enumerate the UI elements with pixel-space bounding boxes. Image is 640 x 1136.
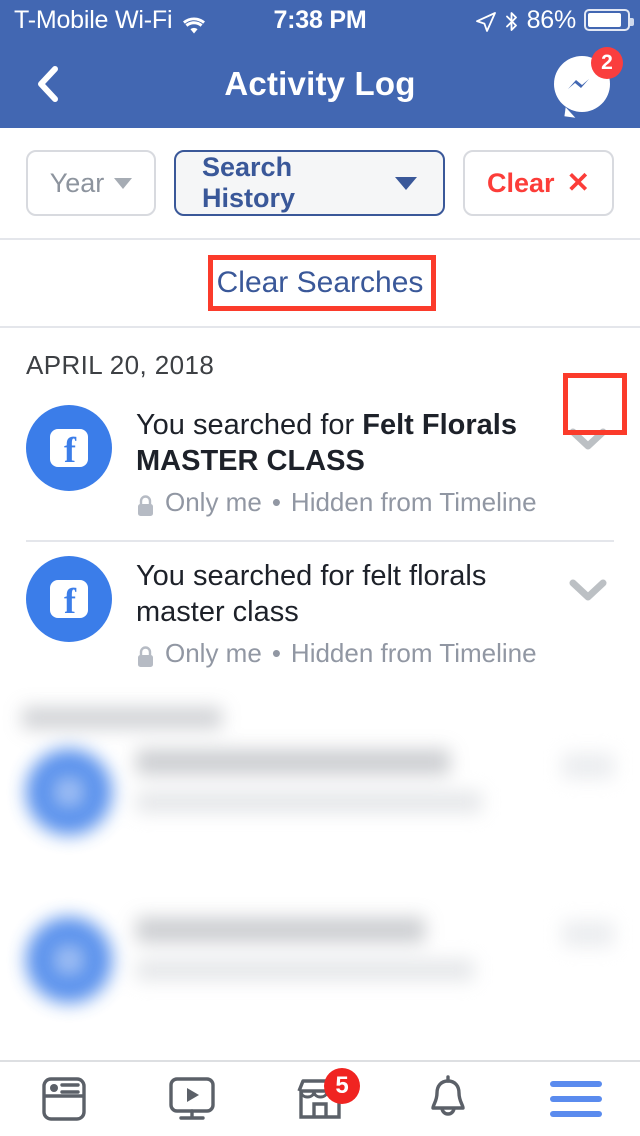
watch-video-icon xyxy=(169,1077,215,1120)
lock-icon xyxy=(136,494,155,518)
marketplace-badge: 5 xyxy=(324,1068,360,1104)
activity-expand-button[interactable] xyxy=(562,564,614,616)
clear-filter-label: Clear xyxy=(486,167,555,198)
news-feed-icon xyxy=(42,1077,86,1121)
tab-watch[interactable] xyxy=(128,1062,256,1136)
hamburger-menu-icon xyxy=(550,1081,602,1117)
bell-icon xyxy=(431,1075,465,1116)
facebook-avatar-icon: f xyxy=(26,556,112,642)
tab-marketplace[interactable]: 5 xyxy=(256,1062,384,1136)
activity-visibility-label: Hidden from Timeline xyxy=(290,638,537,668)
activity-text-prefix: You searched for xyxy=(136,409,363,441)
obscured-activity-item xyxy=(0,861,640,1029)
activity-body: You searched for Felt Florals MASTER CLA… xyxy=(136,405,538,518)
chevron-down-outline-icon xyxy=(114,177,133,189)
activity-meta: Only me • Hidden from Timeline xyxy=(136,638,538,669)
year-filter-label: Year xyxy=(49,167,105,198)
status-bar: T-Mobile Wi-Fi 7:38 PM 86% xyxy=(0,0,640,40)
obscured-avatar xyxy=(26,917,112,1003)
status-bar-right: 86% xyxy=(475,5,634,35)
bluetooth-icon xyxy=(504,10,519,31)
activity-text: You searched for Felt Florals MASTER CLA… xyxy=(136,407,538,479)
battery-percent-label: 86% xyxy=(526,5,577,34)
activity-text: You searched for felt florals master cla… xyxy=(136,558,538,630)
chevron-down-icon xyxy=(569,579,607,601)
tab-bar: 5 xyxy=(0,1060,640,1136)
location-arrow-icon xyxy=(475,10,496,32)
tab-menu[interactable] xyxy=(512,1062,640,1136)
app-screen: T-Mobile Wi-Fi 7:38 PM 86% Activity Log … xyxy=(0,0,640,1136)
facebook-f-glyph: f xyxy=(64,430,76,467)
filter-row: Year Search History Clear ✕ xyxy=(0,128,640,238)
messenger-badge: 2 xyxy=(591,47,623,79)
facebook-avatar-icon: f xyxy=(26,405,112,491)
obscured-date-header xyxy=(22,707,222,729)
activity-text-prefix: You searched for xyxy=(136,560,363,592)
highlight-box-chevron xyxy=(563,373,627,435)
close-x-icon: ✕ xyxy=(566,167,590,198)
tab-news-feed[interactable] xyxy=(0,1062,128,1136)
obscured-chevron xyxy=(562,753,614,779)
obscured-avatar xyxy=(26,749,112,835)
activity-item[interactable]: f You searched for Felt Florals MASTER C… xyxy=(0,391,640,540)
back-chevron-icon xyxy=(38,66,58,102)
obscured-chevron xyxy=(562,921,614,947)
lock-icon xyxy=(136,645,155,669)
activity-separator: • xyxy=(271,638,281,668)
chevron-down-solid-icon xyxy=(394,176,417,190)
back-button[interactable] xyxy=(28,60,68,108)
obscured-activity-region xyxy=(0,707,640,1029)
date-header: APRIL 20, 2018 xyxy=(26,350,215,380)
activity-privacy-label: Only me xyxy=(165,487,262,517)
obscured-activity-body xyxy=(136,917,538,981)
page-title: Activity Log xyxy=(224,65,416,102)
nav-bar: Activity Log 2 xyxy=(0,40,640,128)
year-filter-button[interactable]: Year xyxy=(26,150,156,216)
activity-privacy-label: Only me xyxy=(165,638,262,668)
facebook-f-glyph: f xyxy=(64,581,76,618)
search-history-filter-button[interactable]: Search History xyxy=(174,150,445,216)
obscured-activity-body xyxy=(136,749,538,813)
battery-icon xyxy=(584,9,634,31)
obscured-activity-item xyxy=(0,729,640,861)
activity-separator: • xyxy=(271,487,281,517)
activity-visibility-label: Hidden from Timeline xyxy=(290,487,537,517)
search-history-filter-label: Search History xyxy=(202,152,296,213)
activity-meta: Only me • Hidden from Timeline xyxy=(136,487,538,518)
tab-notifications[interactable] xyxy=(384,1062,512,1136)
activity-item[interactable]: f You searched for felt florals master c… xyxy=(0,542,640,691)
highlight-box-clear-searches xyxy=(208,255,436,311)
clear-filter-button[interactable]: Clear ✕ xyxy=(462,150,614,216)
activity-body: You searched for felt florals master cla… xyxy=(136,556,538,669)
messenger-button[interactable]: 2 xyxy=(554,47,623,116)
